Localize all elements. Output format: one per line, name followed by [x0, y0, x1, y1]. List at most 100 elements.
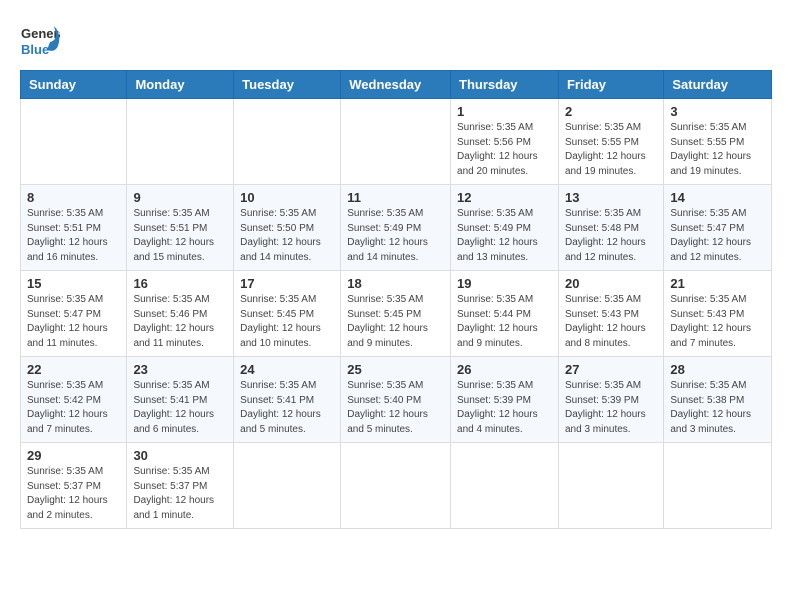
- day-info: Sunrise: 5:35 AM Sunset: 5:56 PM Dayligh…: [457, 121, 552, 179]
- calendar-cell: 26 Sunrise: 5:35 AM Sunset: 5:39 PM Dayl…: [451, 357, 559, 443]
- day-number: 2: [565, 104, 657, 119]
- calendar-cell: [234, 443, 341, 529]
- calendar-cell: 3 Sunrise: 5:35 AM Sunset: 5:55 PM Dayli…: [664, 99, 772, 185]
- calendar-cell: [341, 99, 451, 185]
- day-number: 1: [457, 104, 552, 119]
- calendar-cell: 1 Sunrise: 5:35 AM Sunset: 5:56 PM Dayli…: [451, 99, 559, 185]
- day-info: Sunrise: 5:35 AM Sunset: 5:49 PM Dayligh…: [457, 207, 552, 265]
- calendar-cell: 11 Sunrise: 5:35 AM Sunset: 5:49 PM Dayl…: [341, 185, 451, 271]
- day-number: 29: [27, 448, 120, 463]
- day-header-saturday: Saturday: [664, 71, 772, 99]
- day-info: Sunrise: 5:35 AM Sunset: 5:55 PM Dayligh…: [565, 121, 657, 179]
- calendar-cell: 12 Sunrise: 5:35 AM Sunset: 5:49 PM Dayl…: [451, 185, 559, 271]
- day-info: Sunrise: 5:35 AM Sunset: 5:49 PM Dayligh…: [347, 207, 444, 265]
- calendar-cell: 14 Sunrise: 5:35 AM Sunset: 5:47 PM Dayl…: [664, 185, 772, 271]
- calendar-cell: 18 Sunrise: 5:35 AM Sunset: 5:45 PM Dayl…: [341, 271, 451, 357]
- day-info: Sunrise: 5:35 AM Sunset: 5:38 PM Dayligh…: [670, 379, 765, 437]
- day-info: Sunrise: 5:35 AM Sunset: 5:37 PM Dayligh…: [27, 465, 120, 523]
- calendar-cell: 20 Sunrise: 5:35 AM Sunset: 5:43 PM Dayl…: [558, 271, 663, 357]
- calendar-cell: [341, 443, 451, 529]
- day-header-thursday: Thursday: [451, 71, 559, 99]
- day-number: 8: [27, 190, 120, 205]
- day-info: Sunrise: 5:35 AM Sunset: 5:47 PM Dayligh…: [670, 207, 765, 265]
- calendar-week-row: 8 Sunrise: 5:35 AM Sunset: 5:51 PM Dayli…: [21, 185, 772, 271]
- calendar-cell: [664, 443, 772, 529]
- day-info: Sunrise: 5:35 AM Sunset: 5:50 PM Dayligh…: [240, 207, 334, 265]
- day-header-tuesday: Tuesday: [234, 71, 341, 99]
- calendar-table: SundayMondayTuesdayWednesdayThursdayFrid…: [20, 70, 772, 529]
- calendar-week-row: 15 Sunrise: 5:35 AM Sunset: 5:47 PM Dayl…: [21, 271, 772, 357]
- calendar-cell: 13 Sunrise: 5:35 AM Sunset: 5:48 PM Dayl…: [558, 185, 663, 271]
- calendar-cell: 15 Sunrise: 5:35 AM Sunset: 5:47 PM Dayl…: [21, 271, 127, 357]
- calendar-week-row: 1 Sunrise: 5:35 AM Sunset: 5:56 PM Dayli…: [21, 99, 772, 185]
- calendar-cell: 21 Sunrise: 5:35 AM Sunset: 5:43 PM Dayl…: [664, 271, 772, 357]
- day-number: 15: [27, 276, 120, 291]
- calendar-cell: [234, 99, 341, 185]
- day-info: Sunrise: 5:35 AM Sunset: 5:51 PM Dayligh…: [133, 207, 227, 265]
- day-info: Sunrise: 5:35 AM Sunset: 5:55 PM Dayligh…: [670, 121, 765, 179]
- day-number: 12: [457, 190, 552, 205]
- svg-text:Blue: Blue: [21, 42, 49, 57]
- day-header-wednesday: Wednesday: [341, 71, 451, 99]
- day-number: 20: [565, 276, 657, 291]
- day-info: Sunrise: 5:35 AM Sunset: 5:44 PM Dayligh…: [457, 293, 552, 351]
- day-number: 19: [457, 276, 552, 291]
- day-number: 24: [240, 362, 334, 377]
- calendar-cell: 22 Sunrise: 5:35 AM Sunset: 5:42 PM Dayl…: [21, 357, 127, 443]
- calendar-cell: 2 Sunrise: 5:35 AM Sunset: 5:55 PM Dayli…: [558, 99, 663, 185]
- day-info: Sunrise: 5:35 AM Sunset: 5:39 PM Dayligh…: [457, 379, 552, 437]
- calendar-cell: 24 Sunrise: 5:35 AM Sunset: 5:41 PM Dayl…: [234, 357, 341, 443]
- day-number: 11: [347, 190, 444, 205]
- day-info: Sunrise: 5:35 AM Sunset: 5:48 PM Dayligh…: [565, 207, 657, 265]
- day-info: Sunrise: 5:35 AM Sunset: 5:43 PM Dayligh…: [670, 293, 765, 351]
- day-info: Sunrise: 5:35 AM Sunset: 5:37 PM Dayligh…: [133, 465, 227, 523]
- day-header-monday: Monday: [127, 71, 234, 99]
- calendar-cell: 29 Sunrise: 5:35 AM Sunset: 5:37 PM Dayl…: [21, 443, 127, 529]
- calendar-cell: 16 Sunrise: 5:35 AM Sunset: 5:46 PM Dayl…: [127, 271, 234, 357]
- calendar-cell: [558, 443, 663, 529]
- day-info: Sunrise: 5:35 AM Sunset: 5:40 PM Dayligh…: [347, 379, 444, 437]
- calendar-cell: 9 Sunrise: 5:35 AM Sunset: 5:51 PM Dayli…: [127, 185, 234, 271]
- day-number: 9: [133, 190, 227, 205]
- calendar-cell: 28 Sunrise: 5:35 AM Sunset: 5:38 PM Dayl…: [664, 357, 772, 443]
- day-number: 10: [240, 190, 334, 205]
- page-header: General Blue: [20, 20, 772, 64]
- day-number: 17: [240, 276, 334, 291]
- calendar-header-row: SundayMondayTuesdayWednesdayThursdayFrid…: [21, 71, 772, 99]
- logo: General Blue: [20, 20, 60, 64]
- svg-text:General: General: [21, 26, 60, 41]
- day-number: 26: [457, 362, 552, 377]
- day-number: 3: [670, 104, 765, 119]
- day-number: 21: [670, 276, 765, 291]
- day-number: 14: [670, 190, 765, 205]
- calendar-cell: 10 Sunrise: 5:35 AM Sunset: 5:50 PM Dayl…: [234, 185, 341, 271]
- day-info: Sunrise: 5:35 AM Sunset: 5:43 PM Dayligh…: [565, 293, 657, 351]
- calendar-cell: [21, 99, 127, 185]
- day-info: Sunrise: 5:35 AM Sunset: 5:39 PM Dayligh…: [565, 379, 657, 437]
- day-header-friday: Friday: [558, 71, 663, 99]
- calendar-week-row: 22 Sunrise: 5:35 AM Sunset: 5:42 PM Dayl…: [21, 357, 772, 443]
- day-header-sunday: Sunday: [21, 71, 127, 99]
- calendar-cell: [127, 99, 234, 185]
- day-number: 27: [565, 362, 657, 377]
- calendar-cell: 17 Sunrise: 5:35 AM Sunset: 5:45 PM Dayl…: [234, 271, 341, 357]
- calendar-cell: 8 Sunrise: 5:35 AM Sunset: 5:51 PM Dayli…: [21, 185, 127, 271]
- day-info: Sunrise: 5:35 AM Sunset: 5:46 PM Dayligh…: [133, 293, 227, 351]
- calendar-cell: 19 Sunrise: 5:35 AM Sunset: 5:44 PM Dayl…: [451, 271, 559, 357]
- calendar-week-row: 29 Sunrise: 5:35 AM Sunset: 5:37 PM Dayl…: [21, 443, 772, 529]
- day-info: Sunrise: 5:35 AM Sunset: 5:47 PM Dayligh…: [27, 293, 120, 351]
- calendar-cell: 30 Sunrise: 5:35 AM Sunset: 5:37 PM Dayl…: [127, 443, 234, 529]
- day-number: 22: [27, 362, 120, 377]
- calendar-cell: 25 Sunrise: 5:35 AM Sunset: 5:40 PM Dayl…: [341, 357, 451, 443]
- day-number: 28: [670, 362, 765, 377]
- day-number: 16: [133, 276, 227, 291]
- day-number: 23: [133, 362, 227, 377]
- calendar-cell: 23 Sunrise: 5:35 AM Sunset: 5:41 PM Dayl…: [127, 357, 234, 443]
- calendar-cell: 27 Sunrise: 5:35 AM Sunset: 5:39 PM Dayl…: [558, 357, 663, 443]
- day-info: Sunrise: 5:35 AM Sunset: 5:42 PM Dayligh…: [27, 379, 120, 437]
- day-number: 13: [565, 190, 657, 205]
- day-info: Sunrise: 5:35 AM Sunset: 5:41 PM Dayligh…: [240, 379, 334, 437]
- logo-svg: General Blue: [20, 20, 60, 64]
- day-number: 30: [133, 448, 227, 463]
- day-info: Sunrise: 5:35 AM Sunset: 5:45 PM Dayligh…: [240, 293, 334, 351]
